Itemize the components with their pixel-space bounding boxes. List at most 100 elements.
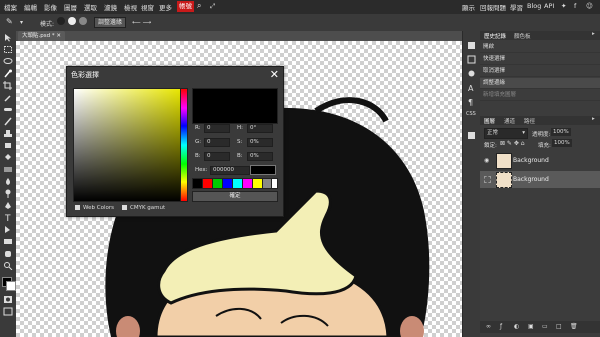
link-layers-icon[interactable]: ∞ <box>486 323 491 330</box>
new-group-icon[interactable]: ▭ <box>542 323 548 330</box>
info-panel-icon[interactable] <box>467 125 476 139</box>
brush-tool-icon[interactable] <box>3 117 13 126</box>
arrows-icon[interactable]: ⟵ ⟶ <box>132 19 151 26</box>
web-colors-checkbox[interactable]: Web Colors <box>75 205 114 211</box>
menu-learn[interactable]: 學習 <box>510 2 523 12</box>
selection-mode-new-icon[interactable] <box>57 17 65 25</box>
history-item[interactable]: 取消選擇 <box>480 66 600 77</box>
visibility-toggle[interactable]: · <box>484 176 491 183</box>
menu-image[interactable]: 影像 <box>44 2 57 12</box>
menu-filter[interactable]: 濾鏡 <box>104 2 117 12</box>
close-icon[interactable]: ✕ <box>270 68 279 81</box>
menu-file[interactable]: 檔案 <box>4 2 17 12</box>
dodge-tool-icon[interactable] <box>3 189 13 198</box>
selection-mode-add-icon[interactable] <box>68 17 76 25</box>
blend-mode-select[interactable]: 正常 ▾ <box>484 128 528 139</box>
b-input[interactable]: 0 <box>204 152 230 161</box>
menu-edit[interactable]: 編輯 <box>24 2 37 12</box>
text-tool-icon[interactable]: T <box>3 213 13 222</box>
ok-button[interactable]: 確定 <box>192 191 278 202</box>
close-tab-icon[interactable]: ✕ <box>56 33 61 39</box>
refine-edge-button[interactable]: 調整邊緣 <box>94 17 127 28</box>
cmyk-gamut-checkbox[interactable]: CMYK gamut <box>122 205 165 211</box>
layer-row[interactable]: · Background <box>480 171 600 188</box>
collapse-icon[interactable]: ▸ <box>592 116 595 122</box>
fx-icon[interactable]: ƒ <box>500 323 502 330</box>
lock-icons[interactable]: ⊠ ✎ ✥ ⌂ <box>500 140 525 147</box>
clone-stamp-tool-icon[interactable] <box>3 129 13 138</box>
menu-account[interactable]: 帳號 <box>177 1 194 12</box>
tab-layers[interactable]: 圖層 <box>484 117 495 125</box>
menu-layer[interactable]: 圖層 <box>64 2 77 12</box>
path-select-tool-icon[interactable] <box>3 225 13 234</box>
lasso-tool-icon[interactable] <box>3 57 13 66</box>
marquee-tool-icon[interactable] <box>3 45 13 54</box>
h-input[interactable]: 0° <box>247 124 273 133</box>
crop-tool-icon[interactable] <box>3 81 13 90</box>
eye-icon[interactable]: ◉ <box>484 157 489 164</box>
pen-tool-icon[interactable] <box>3 201 13 210</box>
history-item[interactable]: 新增填充圖層 <box>480 90 600 101</box>
s-input[interactable]: 0% <box>247 138 273 147</box>
menu-more[interactable]: 更多 <box>159 2 172 12</box>
new-layer-icon[interactable]: □ <box>556 323 562 330</box>
document-tab[interactable]: 大頭貼.psd * ✕ <box>18 31 65 41</box>
collapse-icon[interactable]: ▸ <box>592 31 595 37</box>
swatches-panel-icon[interactable] <box>467 49 476 64</box>
blur-tool-icon[interactable] <box>3 177 13 186</box>
hex-input[interactable]: 000000 <box>210 166 250 175</box>
character-panel-icon[interactable]: A <box>467 77 476 93</box>
history-item[interactable]: 快速選擇 <box>480 54 600 65</box>
tab-paths[interactable]: 路徑 <box>524 117 535 125</box>
eraser-tool-icon[interactable] <box>3 141 13 150</box>
adjustment-layer-icon[interactable]: ◐ <box>514 323 519 330</box>
quick-mask-icon[interactable] <box>3 295 13 304</box>
facebook-icon[interactable]: f <box>574 2 576 10</box>
reddit-icon[interactable]: ☺ <box>586 2 593 10</box>
fill-input[interactable]: 100% <box>552 139 572 147</box>
swatch-white[interactable] <box>271 178 278 189</box>
background-color-swatch[interactable] <box>6 281 16 291</box>
bucket-tool-icon[interactable] <box>3 153 13 162</box>
zoom-tool-icon[interactable] <box>3 261 13 270</box>
gradient-tool-icon[interactable] <box>3 165 13 174</box>
menu-about[interactable]: 顯示 <box>462 2 475 12</box>
delete-layer-icon[interactable]: 🗑 <box>570 323 578 330</box>
tab-swatches[interactable]: 顏色板 <box>514 32 531 40</box>
history-item[interactable]: 開啟 <box>480 42 600 53</box>
eyedropper-tool-icon[interactable] <box>3 93 13 102</box>
v-input[interactable]: 0% <box>247 152 273 161</box>
paragraph-panel-icon[interactable]: ¶ <box>467 91 476 107</box>
opacity-input[interactable]: 100% <box>551 128 571 136</box>
quick-select-tool-icon[interactable] <box>3 69 13 78</box>
menu-select[interactable]: 選取 <box>84 2 97 12</box>
hand-tool-icon[interactable] <box>3 249 13 258</box>
twitter-icon[interactable]: ✦ <box>561 2 566 10</box>
saturation-value-picker[interactable] <box>73 88 182 202</box>
chevron-down-icon[interactable]: ▾ <box>20 19 23 26</box>
r-input[interactable]: 0 <box>204 124 230 133</box>
brush-icon[interactable]: ✎ <box>6 17 13 26</box>
history-item[interactable]: 調整邊緣 <box>480 78 600 89</box>
tab-channels[interactable]: 通道 <box>504 117 515 125</box>
search-icon[interactable]: ⌕ <box>197 1 201 11</box>
menu-blog[interactable]: Blog <box>527 2 541 10</box>
move-tool-icon[interactable] <box>3 33 13 42</box>
css-panel-label[interactable]: CSS <box>466 111 476 117</box>
hue-slider[interactable] <box>180 88 188 202</box>
fullscreen-icon[interactable]: ⤢ <box>210 2 215 11</box>
layer-row[interactable]: ◉ Background <box>480 152 600 169</box>
shape-tool-icon[interactable] <box>3 237 13 246</box>
brush-panel-icon[interactable] <box>467 63 476 77</box>
layer-mask-icon[interactable]: ▣ <box>528 323 534 330</box>
menu-view[interactable]: 檢視 <box>124 2 137 12</box>
g-input[interactable]: 0 <box>204 138 230 147</box>
healing-tool-icon[interactable] <box>3 105 13 114</box>
menu-api[interactable]: API <box>544 2 554 10</box>
history-panel-icon[interactable] <box>467 35 476 49</box>
menu-window[interactable]: 視窗 <box>141 2 154 12</box>
selection-mode-subtract-icon[interactable] <box>79 17 87 25</box>
tab-history[interactable]: 歷史記錄 <box>484 32 506 40</box>
screen-mode-icon[interactable] <box>3 307 13 316</box>
menu-report-bug[interactable]: 回報問題 <box>480 2 506 12</box>
